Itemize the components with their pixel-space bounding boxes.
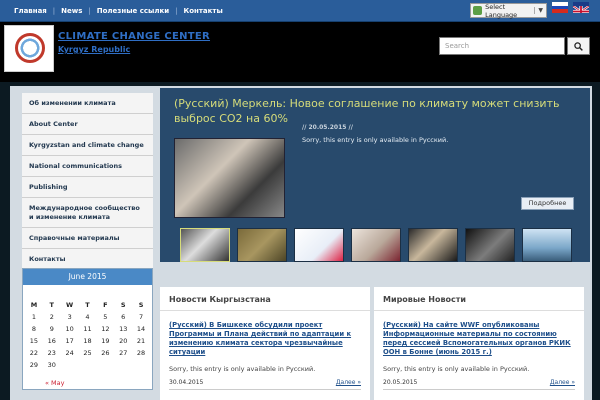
- sidebar-item-national-communications[interactable]: National communications: [22, 156, 153, 177]
- calendar-day-header: T: [49, 301, 54, 309]
- news-world-heading: Мировые Новости: [374, 287, 584, 311]
- calendar-day: 3: [67, 313, 72, 321]
- calendar-day: 2: [49, 313, 54, 321]
- calendar-day: 13: [119, 325, 128, 333]
- calendar-prev-month-link[interactable]: « May: [45, 379, 64, 387]
- calendar-day-header: S: [138, 301, 144, 309]
- slider-thumbnails: [180, 228, 572, 262]
- site-title[interactable]: CLIMATE CHANGE CENTER: [58, 31, 210, 42]
- news-world-text: Sorry, this entry is only available in Р…: [383, 365, 530, 373]
- calendar-day: 5: [103, 313, 108, 321]
- calendar-day: 1: [31, 313, 36, 321]
- calendar-day: 26: [101, 349, 110, 357]
- calendar-day: 10: [65, 325, 74, 333]
- calendar-day-header: S: [120, 301, 126, 309]
- news-world-headline[interactable]: (Русский) На сайте WWF опубликованы Инфо…: [374, 311, 584, 357]
- calendar-day: 8: [31, 325, 36, 333]
- search-icon: [574, 41, 583, 51]
- news-kyrgyzstan-more-link[interactable]: Далее »: [336, 379, 361, 386]
- search-input[interactable]: Search: [439, 37, 565, 55]
- sidebar-item-contacts[interactable]: Контакты: [22, 249, 153, 270]
- news-world-date: 20.05.2015: [383, 379, 418, 386]
- sidebar-item-international[interactable]: Международное сообщество и изменение кли…: [22, 198, 153, 228]
- featured-image[interactable]: [174, 138, 285, 218]
- featured-title[interactable]: (Русский) Меркель: Новое соглашение по к…: [174, 96, 574, 126]
- slider-thumbnail[interactable]: [408, 228, 458, 262]
- more-button[interactable]: Подробнее: [521, 197, 574, 210]
- nav-links-link[interactable]: Полезные ссылки: [91, 7, 175, 15]
- calendar-day: 29: [29, 361, 39, 369]
- calendar-day: 7: [139, 313, 144, 321]
- calendar-day: 27: [119, 349, 128, 357]
- featured-text: Sorry, this entry is only available in Р…: [302, 136, 449, 144]
- calendar-day: 30: [47, 361, 56, 369]
- news-world-panel: Мировые Новости (Русский) На сайте WWF о…: [374, 287, 584, 400]
- search-button[interactable]: [567, 37, 590, 55]
- featured-slider: (Русский) Меркель: Новое соглашение по к…: [160, 88, 590, 262]
- nav-contacts-link[interactable]: Контакты: [178, 7, 229, 15]
- calendar-day: 19: [101, 337, 110, 345]
- calendar-day: 11: [83, 325, 92, 333]
- nav-news-link[interactable]: News: [55, 7, 88, 15]
- slider-thumbnail[interactable]: [522, 228, 572, 262]
- russian-flag-icon[interactable]: [552, 2, 568, 14]
- calendar-day-header: W: [66, 301, 74, 309]
- calendar-day: 28: [136, 349, 146, 357]
- nav-home-link[interactable]: Главная: [8, 7, 53, 15]
- calendar-day: 24: [65, 349, 74, 357]
- news-kyrgyzstan-heading: Новости Кыргызстана: [160, 287, 370, 311]
- slider-thumbnail[interactable]: [465, 228, 515, 262]
- logo-emblem-icon: [15, 33, 45, 63]
- calendar-day: 15: [29, 337, 39, 345]
- slider-thumbnail[interactable]: [237, 228, 287, 262]
- top-bar: Главная | News | Полезные ссылки | Конта…: [0, 0, 600, 22]
- news-world-more-link[interactable]: Далее »: [550, 379, 575, 386]
- divider: [169, 389, 361, 390]
- calendar-day: 22: [29, 349, 39, 357]
- divider: [383, 389, 575, 390]
- news-kyrgyzstan-headline[interactable]: (Русский) В Бишкеке обсудили проект Прог…: [160, 311, 370, 357]
- site-logo[interactable]: [4, 25, 54, 72]
- calendar-day: 4: [85, 313, 90, 321]
- calendar-day: 21: [136, 337, 146, 345]
- sidebar-item-kyrgyzstan[interactable]: Kyrgyzstan and climate change: [22, 135, 153, 156]
- sidebar-menu: Об изменении климата About Center Kyrgyz…: [22, 93, 153, 270]
- calendar-day: 25: [83, 349, 92, 357]
- news-kyrgyzstan-panel: Новости Кыргызстана (Русский) В Бишкеке …: [160, 287, 370, 400]
- sidebar-item-publishing[interactable]: Publishing: [22, 177, 153, 198]
- sidebar-item-reference[interactable]: Справочные материалы: [22, 228, 153, 249]
- calendar-day: 9: [49, 325, 54, 333]
- sidebar-item-about-center[interactable]: About Center: [22, 114, 153, 135]
- featured-date: // 20.05.2015 //: [302, 124, 353, 131]
- calendar-day: 16: [47, 337, 56, 345]
- calendar-day: 6: [121, 313, 126, 321]
- calendar-day-header: T: [85, 301, 90, 309]
- calendar-day: 18: [83, 337, 92, 345]
- calendar-widget: June 2015 M T W T F S S 1 2 3 4 5 6 7 8 9 10 11 12 13 14 15 16…: [22, 268, 153, 390]
- site-subtitle[interactable]: Kyrgyz Republic: [58, 45, 130, 54]
- sidebar-item-about-climate[interactable]: Об изменении климата: [22, 93, 153, 114]
- news-kyrgyzstan-text: Sorry, this entry is only available in Р…: [169, 365, 316, 373]
- calendar-day: 23: [47, 349, 56, 357]
- calendar-grid: M T W T F S S 1 2 3 4 5 6 7 8 9 10 11 12 13 14 15 16 17 18 19 20 21…: [23, 285, 152, 369]
- slider-thumbnail[interactable]: [294, 228, 344, 262]
- top-nav: Главная | News | Полезные ссылки | Конта…: [8, 0, 229, 22]
- language-select[interactable]: Select Language ▼: [470, 2, 547, 19]
- calendar-title: June 2015: [23, 269, 152, 285]
- calendar-day: 20: [119, 337, 128, 345]
- calendar-day: 14: [136, 325, 146, 333]
- calendar-day: 12: [101, 325, 110, 333]
- calendar-day: 17: [65, 337, 74, 345]
- google-translate-icon: [473, 6, 483, 15]
- calendar-day-header: M: [30, 301, 38, 309]
- news-kyrgyzstan-date: 30.04.2015: [169, 379, 204, 386]
- uk-flag-icon[interactable]: [573, 2, 589, 13]
- slider-thumbnail[interactable]: [180, 228, 230, 262]
- calendar-day-header: F: [103, 301, 108, 309]
- slider-thumbnail[interactable]: [351, 228, 401, 262]
- chevron-down-icon: ▼: [534, 7, 546, 14]
- language-select-label: Select Language: [485, 2, 518, 19]
